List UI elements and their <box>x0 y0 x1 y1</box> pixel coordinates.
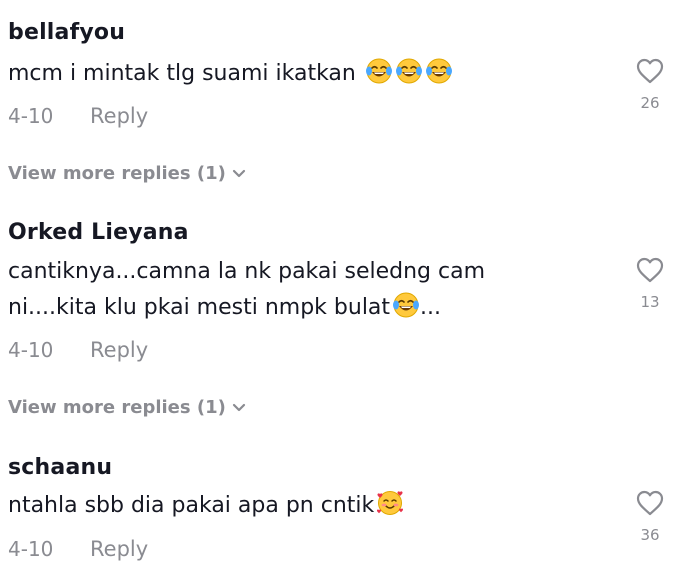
like-count: 13 <box>640 293 660 311</box>
heart-outline-icon <box>636 257 664 283</box>
view-more-replies-button[interactable]: View more replies (1) <box>8 163 246 184</box>
comment-author[interactable]: Orked Lieyana <box>8 220 189 245</box>
comment-text-line: cantiknya...camna la nk pakai seledng ca… <box>8 259 486 284</box>
face-with-tears-of-joy-icon <box>390 292 420 320</box>
face-with-tears-of-joy-icon <box>393 58 423 86</box>
view-more-replies-label: View more replies (1) <box>8 397 226 418</box>
like-button[interactable]: 36 <box>628 490 672 544</box>
reply-button[interactable]: Reply <box>90 537 148 561</box>
like-button[interactable]: 13 <box>628 257 672 311</box>
comment-meta: 4-10 Reply <box>8 537 148 561</box>
comment-date: 4-10 <box>8 104 54 128</box>
comment-date: 4-10 <box>8 338 54 362</box>
comment-author[interactable]: schaanu <box>8 455 112 480</box>
like-count: 26 <box>640 94 660 112</box>
reply-button[interactable]: Reply <box>90 338 148 362</box>
smiling-face-with-hearts-icon <box>374 491 404 518</box>
comment-meta: 4-10 Reply <box>8 338 148 362</box>
reply-button[interactable]: Reply <box>90 104 148 128</box>
comment-text: cantiknya...camna la nk pakai seledng ca… <box>8 254 608 326</box>
comment-text-content: ntahla sbb dia pakai apa pn cntik <box>8 493 375 518</box>
comment-date: 4-10 <box>8 537 54 561</box>
chevron-down-icon <box>232 403 245 412</box>
chevron-down-icon <box>232 169 245 178</box>
face-with-tears-of-joy-icon <box>363 58 393 86</box>
view-more-replies-button[interactable]: View more replies (1) <box>8 397 246 418</box>
heart-outline-icon <box>636 490 664 516</box>
face-with-tears-of-joy-icon <box>423 58 453 86</box>
view-more-replies-label: View more replies (1) <box>8 163 226 184</box>
comment-text-line: ni....kita klu pkai mesti nmpk bulat... <box>8 290 608 326</box>
comment-text: mcm i mintak tlg suami ikatkan <box>8 56 608 92</box>
comment-text-content: ... <box>420 295 442 320</box>
like-button[interactable]: 26 <box>628 58 672 112</box>
comment-text-content: ni....kita klu pkai mesti nmpk bulat <box>8 295 391 320</box>
comment-meta: 4-10 Reply <box>8 104 148 128</box>
comment-text: ntahla sbb dia pakai apa pn cntik <box>8 488 608 524</box>
comment-text-content: mcm i mintak tlg suami ikatkan <box>8 61 356 86</box>
heart-outline-icon <box>636 58 664 84</box>
comment-author[interactable]: bellafyou <box>8 20 125 45</box>
like-count: 36 <box>640 526 660 544</box>
